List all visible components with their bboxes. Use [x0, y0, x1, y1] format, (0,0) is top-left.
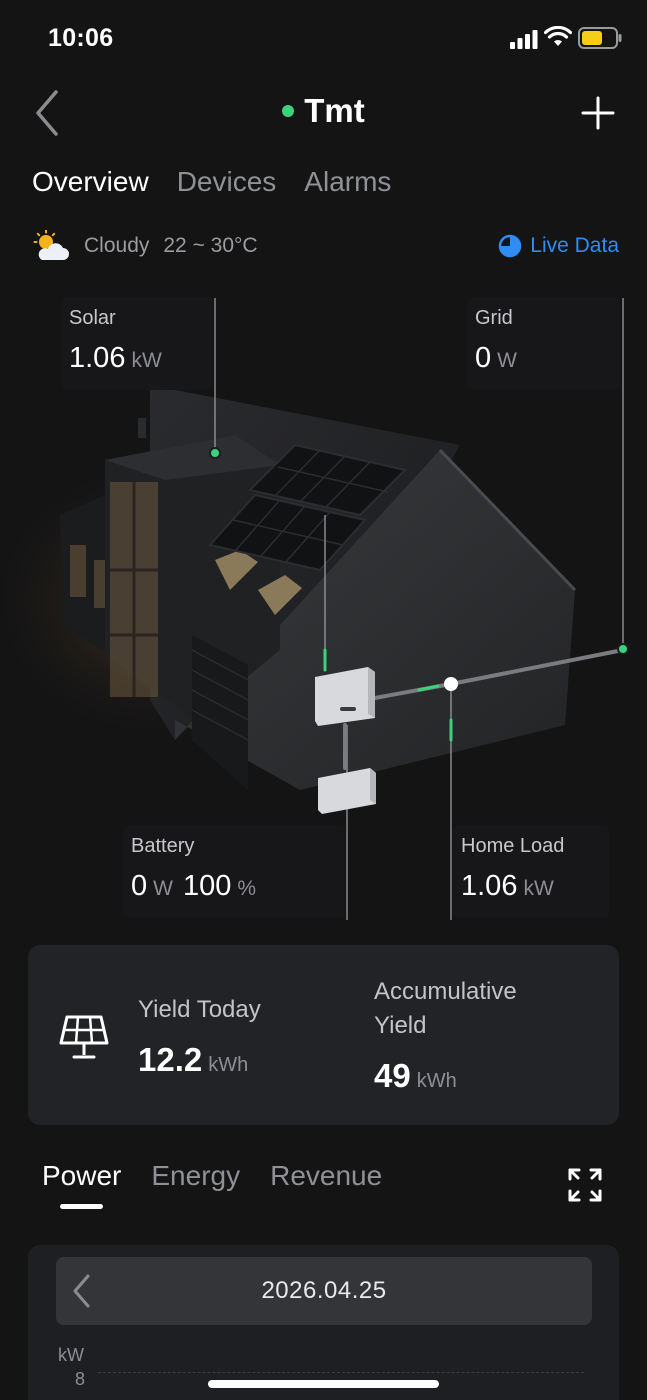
- home-load-label: Home Load: [461, 835, 565, 857]
- home-indicator[interactable]: [208, 1380, 439, 1388]
- solar-panel-icon: [59, 1015, 109, 1059]
- accumulative-yield: Accumulative Yield 49 kWh: [374, 975, 517, 1095]
- partly-cloudy-icon: [33, 230, 69, 260]
- accumulative-label-line2: Yield: [374, 1012, 427, 1039]
- tab-overview[interactable]: Overview: [32, 166, 149, 198]
- chart-y-tick: 8: [75, 1369, 86, 1389]
- energy-flow-scene: Solar 1.06 kW Grid 0W Battery 0 W 100% Home…: [0, 270, 647, 940]
- fullscreen-expand-icon[interactable]: [568, 1168, 602, 1202]
- plant-name: Tmt: [304, 92, 365, 129]
- tab-revenue[interactable]: Revenue: [270, 1160, 382, 1192]
- accumulative-label-line1: Accumulative: [374, 978, 517, 1005]
- status-time: 10:06: [48, 24, 114, 52]
- pie-chart-icon: [499, 234, 522, 258]
- cellular-signal-icon: [510, 30, 538, 49]
- yield-today-value: 12.2: [138, 1041, 203, 1078]
- grid-value: 0: [475, 342, 492, 374]
- yield-today: Yield Today 12.2 kWh: [138, 993, 261, 1079]
- yield-today-unit: kWh: [208, 1054, 249, 1076]
- wifi-icon: [544, 26, 572, 46]
- power-chart-panel: 2026.04.25 kW 8: [28, 1245, 619, 1400]
- chart-tab-bar: Power Energy Revenue: [42, 1160, 382, 1209]
- solar-label: Solar: [69, 307, 116, 329]
- battery-power-unit: W: [153, 877, 173, 900]
- tab-energy[interactable]: Energy: [151, 1160, 240, 1192]
- accumulative-unit: kWh: [416, 1070, 457, 1092]
- selected-date: 2026.04.25: [261, 1277, 387, 1304]
- date-selector[interactable]: 2026.04.25: [56, 1257, 592, 1325]
- tab-bar: Overview Devices Alarms: [32, 166, 391, 198]
- home-load-value: 1.06: [461, 870, 518, 902]
- yield-today-label: Yield Today: [138, 996, 261, 1023]
- live-data-button[interactable]: Live Data: [498, 234, 619, 258]
- tab-devices[interactable]: Devices: [177, 166, 277, 198]
- weather-row: Cloudy 22 ~ 30°C: [32, 230, 258, 262]
- grid-unit: W: [497, 349, 517, 372]
- tab-power[interactable]: Power: [42, 1160, 121, 1209]
- battery-power: 0: [131, 870, 148, 902]
- solar-unit: kW: [131, 349, 162, 372]
- battery-soc-unit: %: [237, 877, 257, 900]
- status-bar: 10:06: [0, 0, 647, 78]
- chart-gridline: [98, 1372, 584, 1373]
- weather-condition: Cloudy: [84, 234, 150, 257]
- solar-value: 1.06: [69, 342, 126, 374]
- home-load-card[interactable]: Home Load 1.06 kW: [453, 825, 609, 918]
- add-plus-icon[interactable]: [580, 95, 616, 131]
- grid-label: Grid: [475, 307, 513, 329]
- battery-soc: 100: [182, 870, 232, 902]
- online-status-dot: [282, 105, 295, 117]
- yield-summary-card: Yield Today 12.2 kWh Accumulative Yield 4…: [28, 945, 619, 1125]
- solar-card[interactable]: Solar 1.06 kW: [61, 297, 213, 390]
- battery-status-icon: [578, 27, 622, 49]
- weather-temperature: 22 ~ 30°C: [163, 234, 258, 257]
- live-data-label: Live Data: [530, 234, 619, 257]
- battery-label: Battery: [131, 835, 195, 857]
- chart-y-unit: kW: [58, 1345, 84, 1365]
- battery-card[interactable]: Battery 0 W 100%: [123, 825, 345, 918]
- home-load-unit: kW: [523, 877, 554, 900]
- grid-card[interactable]: Grid 0W: [467, 297, 620, 390]
- plant-title: Tmt: [282, 92, 365, 130]
- tab-alarms[interactable]: Alarms: [304, 166, 391, 198]
- accumulative-value: 49: [374, 1057, 411, 1094]
